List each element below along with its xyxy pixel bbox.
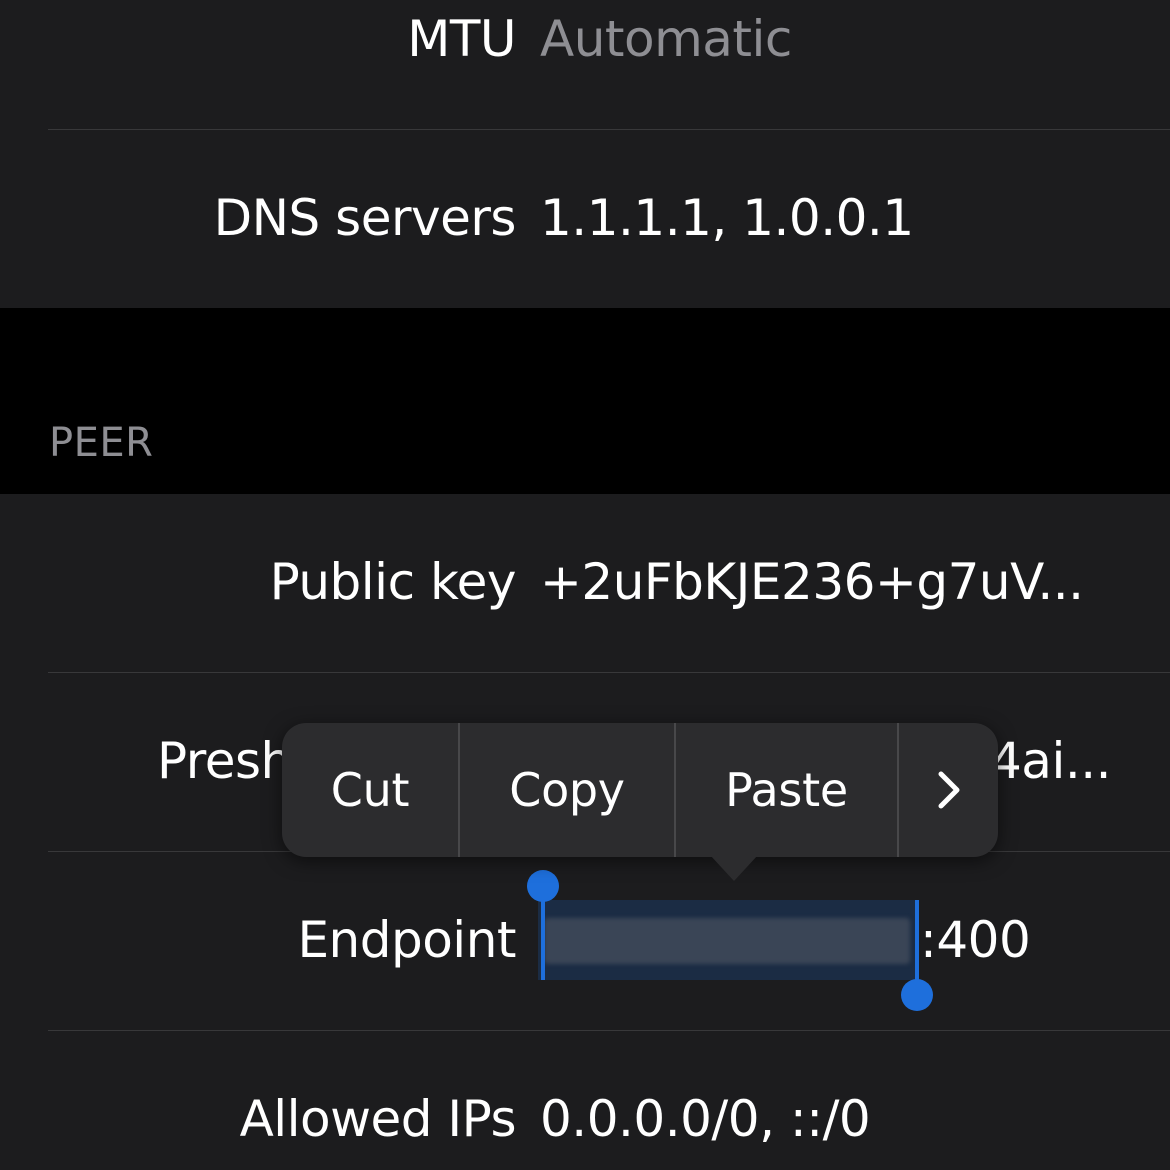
row-separator [48,129,1170,130]
row-separator [48,1030,1170,1031]
mtu-label: MTU [407,10,516,68]
dns-servers-field[interactable]: 1.1.1.1, 1.0.0.1 [540,189,914,247]
redacted-text [544,918,910,964]
endpoint-port: :400 [920,911,1031,969]
edit-menu: Cut Copy Paste [282,723,998,857]
edit-menu-pointer [710,855,758,881]
preshared-key-field[interactable]: 4ai... [990,732,1112,790]
mtu-field[interactable]: Automatic [540,10,792,68]
endpoint-label: Endpoint [297,911,516,969]
cut-button[interactable]: Cut [282,723,458,857]
more-options-button[interactable] [897,723,998,857]
chevron-right-icon [938,771,959,809]
settings-table: MTU Automatic DNS servers 1.1.1.1, 1.0.0… [0,0,1170,1170]
selection-start-bar [541,900,545,980]
public-key-field[interactable]: +2uFbKJE236+g7uV... [540,553,1084,611]
interface-section: MTU Automatic DNS servers 1.1.1.1, 1.0.0… [0,0,1170,308]
copy-button[interactable]: Copy [458,723,674,857]
preshared-key-label: Presh [157,732,292,790]
selection-start-handle[interactable] [527,870,559,902]
peer-section-header: PEER [49,420,154,466]
selection-end-handle[interactable] [901,979,933,1011]
row-separator [48,672,1170,673]
public-key-label: Public key [269,553,517,611]
endpoint-selected-text[interactable] [538,900,918,980]
dns-servers-label: DNS servers [213,189,517,247]
allowed-ips-label: Allowed IPs [239,1090,517,1148]
paste-button[interactable]: Paste [674,723,897,857]
selection-end-bar [915,900,919,980]
allowed-ips-field[interactable]: 0.0.0.0/0, ::/0 [540,1090,871,1148]
